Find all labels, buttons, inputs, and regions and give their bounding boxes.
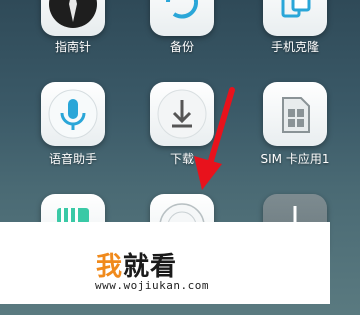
app-label-voice-assistant: 语音助手 — [48, 152, 97, 166]
backup-icon — [150, 0, 214, 36]
app-label-backup: 备份 — [169, 40, 194, 54]
app-label-phone-clone: 手机克隆 — [270, 40, 319, 54]
phone-clone-icon — [263, 0, 327, 36]
sim-card-icon — [263, 82, 327, 146]
watermark-logo-orange: 我 — [96, 252, 124, 282]
pointer-arrow — [194, 87, 235, 190]
watermark-logo-dark: 就看 — [123, 252, 178, 282]
app-label-compass: 指南针 — [54, 40, 91, 54]
microphone-icon — [41, 82, 105, 146]
watermark-url: www.wojiukan.com — [95, 279, 209, 292]
app-label-sim-card: SIM 卡应用1 — [260, 152, 330, 166]
watermark-logo: 我就看 — [96, 246, 177, 283]
compass-icon — [41, 0, 105, 36]
